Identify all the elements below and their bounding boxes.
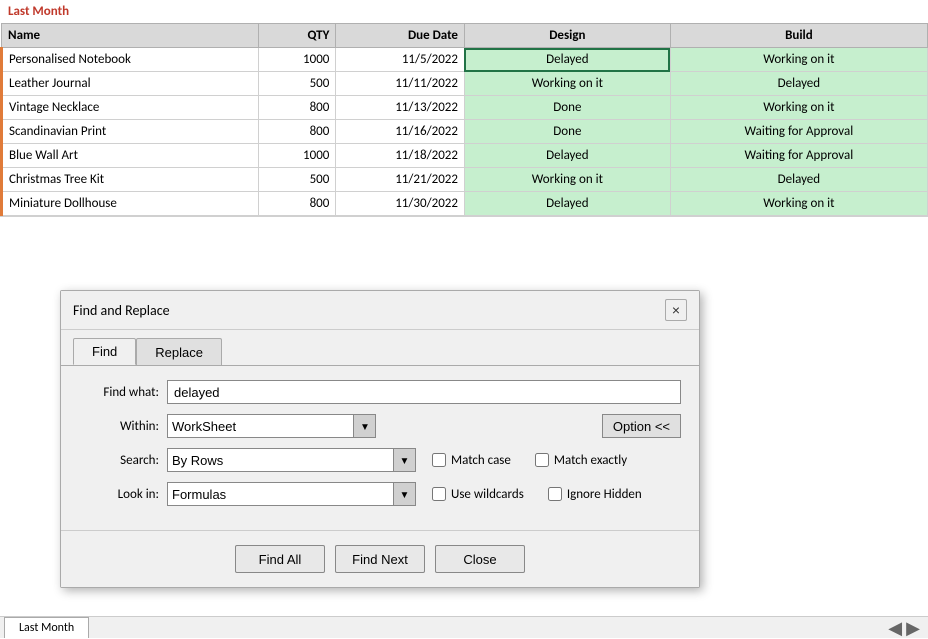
table-row[interactable]: Leather Journal50011/11/2022Working on i… xyxy=(2,72,928,96)
search-label: Search: xyxy=(79,453,159,468)
cell-name[interactable]: Christmas Tree Kit xyxy=(2,168,259,192)
cell-name[interactable]: Scandinavian Print xyxy=(2,120,259,144)
cell-name[interactable]: Miniature Dollhouse xyxy=(2,192,259,216)
lookin-dropdown-arrow[interactable]: ▼ xyxy=(394,482,416,506)
search-select-wrap: By Rows By Columns ▼ xyxy=(167,448,416,472)
cell-design[interactable]: Done xyxy=(464,96,670,120)
lookin-select[interactable]: Formulas Values Notes xyxy=(167,482,394,506)
within-row: Within: WorkSheet Workbook ▼ Option << xyxy=(79,414,681,438)
cell-build[interactable]: Working on it xyxy=(670,96,927,120)
header-name: Name xyxy=(2,24,259,48)
cell-due[interactable]: 11/21/2022 xyxy=(336,168,465,192)
close-button[interactable]: Close xyxy=(435,545,525,573)
find-what-input[interactable] xyxy=(167,380,681,404)
dialog-footer: Find All Find Next Close xyxy=(61,530,699,587)
cell-qty[interactable]: 500 xyxy=(259,72,336,96)
cell-build[interactable]: Working on it xyxy=(670,192,927,216)
find-next-button[interactable]: Find Next xyxy=(335,545,425,573)
ignore-hidden-label[interactable]: Ignore Hidden xyxy=(548,487,642,502)
cell-qty[interactable]: 800 xyxy=(259,192,336,216)
cell-design[interactable]: Delayed xyxy=(464,192,670,216)
cell-due[interactable]: 11/13/2022 xyxy=(336,96,465,120)
cell-design[interactable]: Working on it xyxy=(464,168,670,192)
find-replace-dialog: Find and Replace × Find Replace Find wha… xyxy=(60,290,700,588)
header-due: Due Date xyxy=(336,24,465,48)
table-row[interactable]: Miniature Dollhouse80011/30/2022DelayedW… xyxy=(2,192,928,216)
tab-replace[interactable]: Replace xyxy=(136,338,222,365)
table-row[interactable]: Vintage Necklace80011/13/2022DoneWorking… xyxy=(2,96,928,120)
use-wildcards-label[interactable]: Use wildcards xyxy=(432,487,524,502)
dialog-tabs: Find Replace xyxy=(61,330,699,365)
cell-design[interactable]: Done xyxy=(464,120,670,144)
lookin-checkboxes: Use wildcards Ignore Hidden xyxy=(432,487,681,502)
lookin-select-wrap: Formulas Values Notes ▼ xyxy=(167,482,416,506)
cell-build[interactable]: Delayed xyxy=(670,168,927,192)
find-what-row: Find what: xyxy=(79,380,681,404)
match-case-label[interactable]: Match case xyxy=(432,453,511,468)
dialog-titlebar: Find and Replace × xyxy=(61,291,699,330)
cell-design[interactable]: Delayed xyxy=(464,144,670,168)
header-design: Design xyxy=(464,24,670,48)
within-dropdown-arrow[interactable]: ▼ xyxy=(354,414,376,438)
cell-build[interactable]: Working on it xyxy=(670,48,927,72)
search-select[interactable]: By Rows By Columns xyxy=(167,448,394,472)
lookin-row: Look in: Formulas Values Notes ▼ Use wil… xyxy=(79,482,681,506)
cell-name[interactable]: Leather Journal xyxy=(2,72,259,96)
cell-due[interactable]: 11/5/2022 xyxy=(336,48,465,72)
match-exactly-checkbox[interactable] xyxy=(535,453,549,467)
search-checkboxes: Match case Match exactly xyxy=(432,453,681,468)
tab-find[interactable]: Find xyxy=(73,338,136,365)
dialog-title: Find and Replace xyxy=(73,302,170,319)
table-row[interactable]: Personalised Notebook100011/5/2022Delaye… xyxy=(2,48,928,72)
spreadsheet: Last Month Name QTY Due Date Design Buil… xyxy=(0,0,928,216)
cell-name[interactable]: Blue Wall Art xyxy=(2,144,259,168)
sheet-tab[interactable]: Last Month xyxy=(4,617,89,638)
cell-qty[interactable]: 800 xyxy=(259,120,336,144)
cell-design[interactable]: Working on it xyxy=(464,72,670,96)
cell-name[interactable]: Vintage Necklace xyxy=(2,96,259,120)
dialog-close-button[interactable]: × xyxy=(665,299,687,321)
use-wildcards-checkbox[interactable] xyxy=(432,487,446,501)
search-dropdown-arrow[interactable]: ▼ xyxy=(394,448,416,472)
within-select-wrap: WorkSheet Workbook ▼ xyxy=(167,414,376,438)
cell-due[interactable]: 11/30/2022 xyxy=(336,192,465,216)
cell-qty[interactable]: 500 xyxy=(259,168,336,192)
cell-due[interactable]: 11/16/2022 xyxy=(336,120,465,144)
match-case-checkbox[interactable] xyxy=(432,453,446,467)
cell-build[interactable]: Waiting for Approval xyxy=(670,144,927,168)
find-all-button[interactable]: Find All xyxy=(235,545,325,573)
search-row: Search: By Rows By Columns ▼ Match case xyxy=(79,448,681,472)
cell-build[interactable]: Delayed xyxy=(670,72,927,96)
match-exactly-label[interactable]: Match exactly xyxy=(535,453,627,468)
cell-name[interactable]: Personalised Notebook xyxy=(2,48,259,72)
cell-qty[interactable]: 1000 xyxy=(259,48,336,72)
cell-qty[interactable]: 1000 xyxy=(259,144,336,168)
cell-design[interactable]: Delayed xyxy=(464,48,670,72)
section-label: Last Month xyxy=(0,0,77,23)
dialog-body: Find what: Within: WorkSheet Workbook ▼ … xyxy=(61,365,699,530)
cell-due[interactable]: 11/11/2022 xyxy=(336,72,465,96)
header-build: Build xyxy=(670,24,927,48)
table-row[interactable]: Christmas Tree Kit50011/21/2022Working o… xyxy=(2,168,928,192)
within-label: Within: xyxy=(79,419,159,434)
within-select[interactable]: WorkSheet Workbook xyxy=(167,414,354,438)
ignore-hidden-checkbox[interactable] xyxy=(548,487,562,501)
table-header-row: Name QTY Due Date Design Build xyxy=(2,24,928,48)
header-qty: QTY xyxy=(259,24,336,48)
option-button[interactable]: Option << xyxy=(602,414,681,438)
table-row[interactable]: Blue Wall Art100011/18/2022DelayedWaitin… xyxy=(2,144,928,168)
cell-due[interactable]: 11/18/2022 xyxy=(336,144,465,168)
cell-qty[interactable]: 800 xyxy=(259,96,336,120)
find-what-label: Find what: xyxy=(79,385,159,400)
lookin-label: Look in: xyxy=(79,487,159,502)
data-table: Name QTY Due Date Design Build Personali… xyxy=(0,23,928,216)
cell-build[interactable]: Waiting for Approval xyxy=(670,120,927,144)
sheet-bottom-bar: Last Month ◀ ▶ xyxy=(0,616,928,638)
table-row[interactable]: Scandinavian Print80011/16/2022DoneWaiti… xyxy=(2,120,928,144)
